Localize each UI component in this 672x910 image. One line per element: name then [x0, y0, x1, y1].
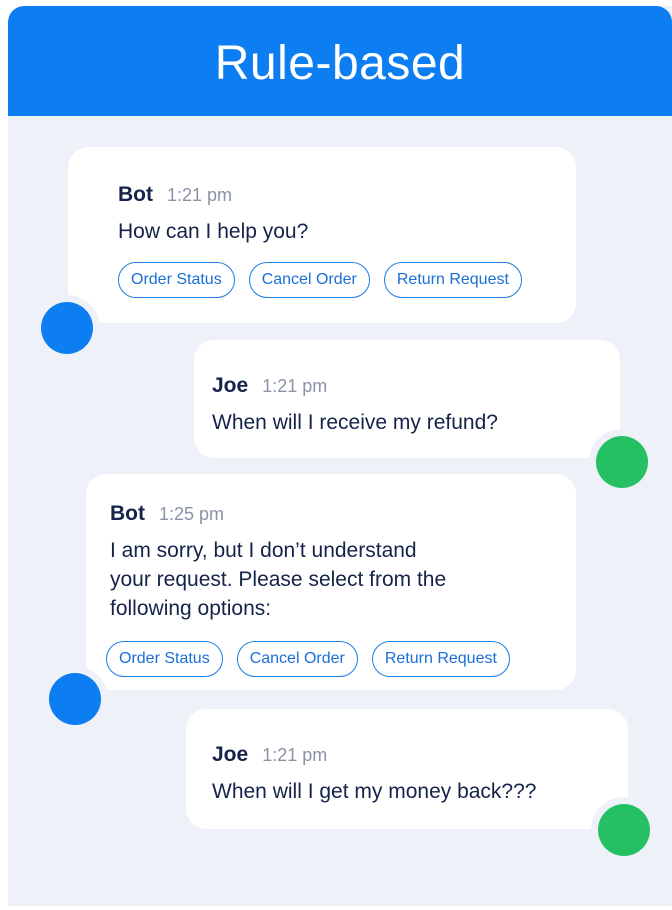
message-meta: Bot 1:21 pm [118, 183, 576, 207]
option-order-status-button[interactable]: Order Status [118, 262, 235, 298]
message-text-line: following options: [110, 597, 272, 620]
option-cancel-order-button[interactable]: Cancel Order [236, 641, 358, 677]
option-return-request-button[interactable]: Return Request [371, 641, 510, 677]
message-time: 1:21 pm [262, 376, 328, 396]
message-text: How can I help you? [118, 220, 309, 243]
message-meta: Joe 1:21 pm [212, 743, 628, 767]
sender-name: Joe [212, 743, 249, 766]
user-message-bubble: Joe 1:21 pm When will I receive my refun… [194, 340, 620, 458]
message-meta: Joe 1:21 pm [212, 374, 620, 398]
bot-avatar [41, 302, 93, 354]
header-title: Rule-based [214, 36, 466, 90]
message-text-line: I am sorry, but I don’t understand [110, 539, 417, 562]
option-return-request-button[interactable]: Return Request [383, 262, 522, 298]
bot-avatar [49, 673, 101, 725]
sender-name: Bot [118, 183, 153, 206]
sender-name: Joe [212, 374, 249, 397]
quick-reply-options: Order Status Cancel Order Return Request [106, 641, 576, 677]
message-meta: Bot 1:25 pm [110, 502, 576, 526]
message-time: 1:21 pm [262, 745, 328, 765]
message-time: 1:21 pm [167, 185, 233, 205]
chat-window: Rule-based Bot 1:21 pm How can I help yo… [8, 6, 672, 906]
sender-name: Bot [110, 502, 145, 525]
message-time: 1:25 pm [159, 504, 225, 524]
user-avatar [598, 804, 650, 856]
message-text: When will I get my money back??? [212, 780, 537, 803]
chat-header: Rule-based [8, 6, 672, 116]
option-cancel-order-button[interactable]: Cancel Order [248, 262, 370, 298]
bot-message-bubble: Bot 1:21 pm How can I help you? Order St… [68, 147, 576, 323]
option-order-status-button[interactable]: Order Status [106, 641, 223, 677]
message-text: When will I receive my refund? [212, 411, 498, 434]
message-text: I am sorry, but I don’t understand your … [110, 536, 576, 623]
user-message-bubble: Joe 1:21 pm When will I get my money bac… [186, 709, 628, 829]
user-avatar [596, 436, 648, 488]
bot-message-bubble: Bot 1:25 pm I am sorry, but I don’t unde… [86, 474, 576, 690]
message-text-line: your request. Please select from the [110, 568, 447, 591]
quick-reply-options: Order Status Cancel Order Return Request [118, 262, 576, 298]
